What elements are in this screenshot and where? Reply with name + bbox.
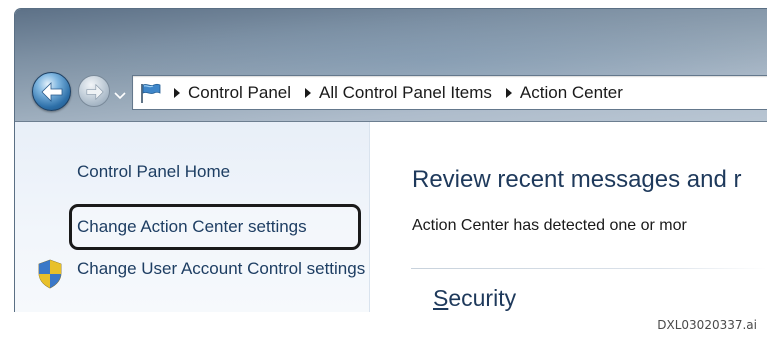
change-action-center-settings-link[interactable]: Change Action Center settings [77, 217, 307, 237]
control-panel-home-link[interactable]: Control Panel Home [77, 162, 230, 182]
page-description: Action Center has detected one or mor [412, 217, 687, 234]
security-access-key: S [433, 285, 449, 311]
uac-shield-icon [37, 259, 63, 294]
recent-pages-button[interactable] [114, 87, 126, 105]
breadcrumb-separator-icon[interactable] [502, 87, 516, 98]
sidebar: Control Panel Home Change Action Center … [15, 122, 370, 312]
change-uac-settings-link[interactable]: Change User Account Control settings [77, 257, 367, 281]
breadcrumb-separator-icon[interactable] [301, 87, 315, 98]
breadcrumb-separator-icon[interactable] [170, 87, 184, 98]
figure-caption: DXL03020337.ai [657, 318, 757, 332]
security-section-label: ecurity [448, 285, 517, 311]
action-center-window: Control Panel All Control Panel Items Ac… [14, 8, 767, 312]
page-heading: Review recent messages and r [412, 166, 742, 193]
back-button[interactable] [32, 72, 71, 111]
title-bar: Control Panel All Control Panel Items Ac… [15, 9, 767, 122]
breadcrumb-all-items[interactable]: All Control Panel Items [319, 83, 492, 103]
control-panel-flag-icon [138, 82, 162, 104]
breadcrumb-action-center[interactable]: Action Center [520, 83, 623, 103]
breadcrumb-control-panel[interactable]: Control Panel [188, 83, 291, 103]
dropdown-arrow-icon [114, 87, 126, 104]
address-bar[interactable]: Control Panel All Control Panel Items Ac… [132, 75, 767, 110]
security-section-header[interactable]: Security [433, 285, 516, 312]
forward-button[interactable] [78, 75, 110, 107]
section-divider [411, 268, 767, 269]
main-content: Review recent messages and r Action Cent… [371, 122, 767, 312]
